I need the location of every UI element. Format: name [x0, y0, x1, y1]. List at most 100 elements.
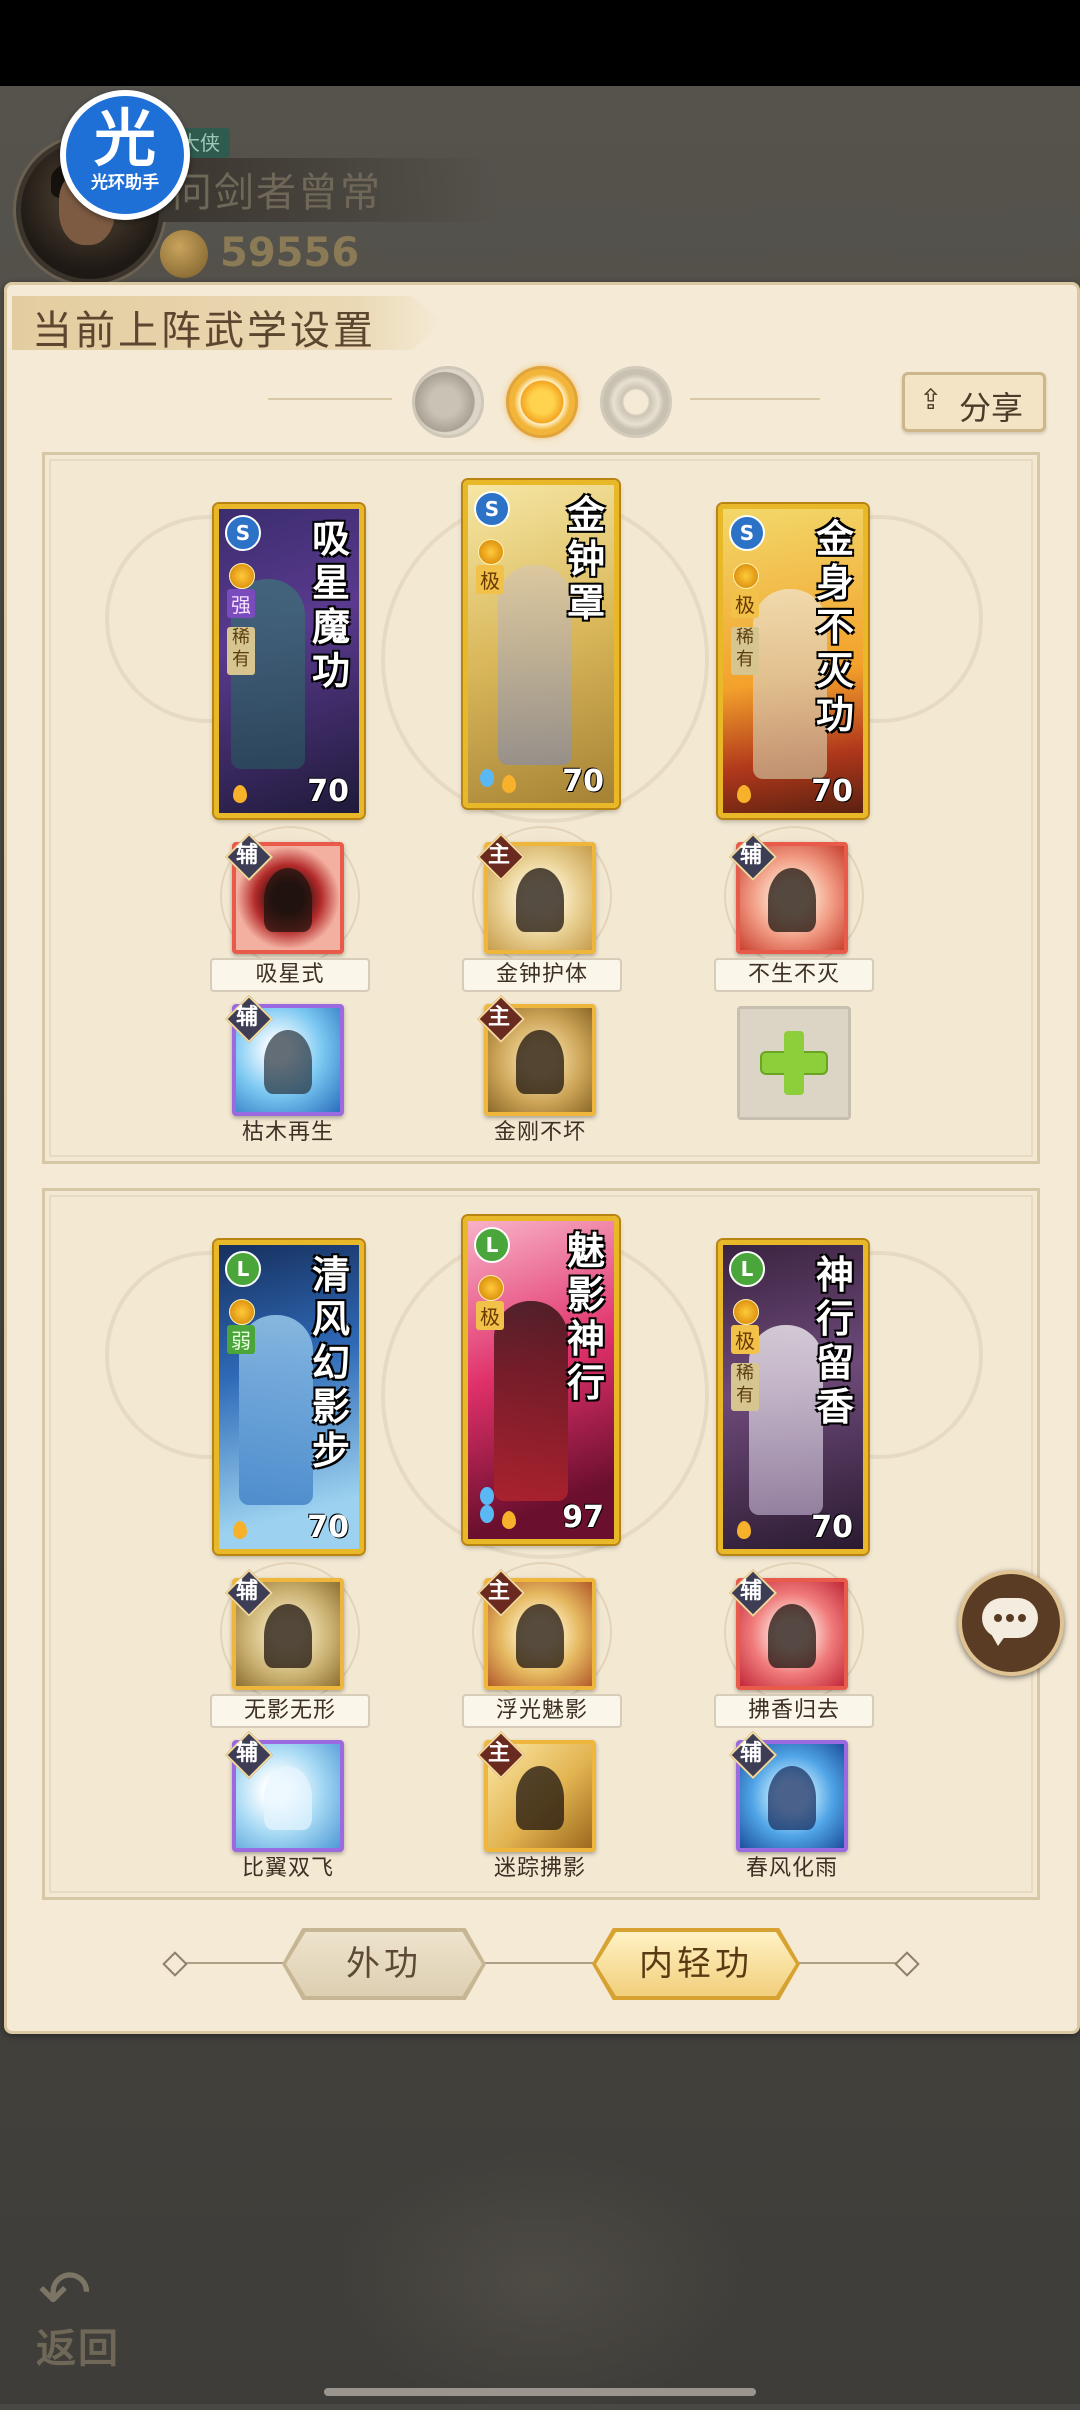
quality-icon [733, 1299, 759, 1325]
tab-internal-lightness[interactable]: 内轻功 [596, 1932, 796, 1996]
skill-label: 比翼双飞 [241, 1856, 334, 1881]
martial-card-1[interactable]: S 强 稀有 吸星魔功 70 [214, 504, 364, 818]
card-name: 清风幻影步 [311, 1252, 350, 1473]
skill-tag: 辅 [235, 1004, 258, 1030]
panel-heading: 当前上阵武学设置 [12, 296, 442, 350]
skill-tag: 主 [487, 1578, 510, 1604]
card-rarity: 稀有 [731, 1363, 759, 1411]
skill-tag: 辅 [739, 1740, 762, 1766]
martial-card-4[interactable]: L 弱 清风幻影步 70 [214, 1240, 364, 1554]
card-grade: 极 [731, 1325, 759, 1354]
card-rarity: 稀有 [731, 627, 759, 675]
helper-app-badge[interactable]: 光 光环助手 [60, 90, 190, 220]
flame-icon [233, 785, 247, 803]
home-indicator[interactable] [324, 2388, 756, 2396]
back-button[interactable]: ↶ 返回 [30, 2262, 150, 2372]
lightness-type-icon: L [729, 1251, 765, 1287]
flame-icon [502, 1511, 516, 1529]
card-level: 70 [562, 764, 604, 799]
martial-card-2[interactable]: S 极 金钟罩 70 [463, 480, 619, 808]
skill-label: 无影无形 [210, 1694, 370, 1728]
martial-card-6[interactable]: L 极 稀有 神行留香 70 [718, 1240, 868, 1554]
skill-label: 枯木再生 [241, 1120, 334, 1145]
skill-art [516, 1030, 564, 1094]
skill-tag: 辅 [739, 842, 762, 868]
lightness-type-icon: L [474, 1227, 510, 1263]
skill-art [768, 1604, 816, 1668]
flame-icon [502, 775, 516, 793]
share-button[interactable]: ⇪ 分享 [902, 372, 1046, 432]
skill-label: 吸星式 [210, 958, 370, 992]
skill-tag: 主 [487, 1740, 510, 1766]
card-name: 金钟罩 [566, 492, 605, 625]
badge-label: 光环助手 [91, 173, 159, 193]
flame-icon [233, 1521, 247, 1539]
flame-icon [737, 785, 751, 803]
player-name: 问剑者曾常 [172, 170, 382, 216]
card-rarity: 稀有 [227, 627, 255, 675]
martial-card-5[interactable]: L 极 魅影神行 97 [463, 1216, 619, 1544]
skill-label: 金刚不坏 [493, 1120, 586, 1145]
card-name: 金身不灭功 [815, 516, 854, 737]
skill-art [264, 1604, 312, 1668]
quality-icon [478, 1275, 504, 1301]
divider-right [690, 398, 820, 400]
skill-label: 金钟护体 [462, 958, 622, 992]
skill-label: 春风化雨 [745, 1856, 838, 1881]
skill-tag: 辅 [235, 1578, 258, 1604]
internal-type-icon: S [225, 515, 261, 551]
skill-art [516, 1766, 564, 1830]
skill-tag: 主 [487, 1004, 510, 1030]
status-bar [0, 0, 1080, 86]
skill-label: 拂香归去 [714, 1694, 874, 1728]
card-level: 70 [811, 1510, 853, 1545]
skill-tag: 辅 [739, 1578, 762, 1604]
tab-divider-left [174, 1962, 286, 1964]
card-character [498, 565, 572, 765]
card-grade: 极 [731, 589, 759, 618]
flame-icon [737, 1521, 751, 1539]
internal-type-icon: S [729, 515, 765, 551]
plus-icon-vertical [784, 1031, 804, 1095]
panel-heading-text: 当前上阵武学设置 [32, 308, 376, 354]
card-level: 70 [307, 774, 349, 809]
skill-art [264, 868, 312, 932]
player-power: 59556 [220, 230, 360, 276]
card-grade: 极 [476, 1301, 504, 1330]
card-level: 70 [811, 774, 853, 809]
tab-divider-right [796, 1962, 904, 1964]
card-name: 神行留香 [815, 1252, 854, 1429]
skill-label: 浮光魅影 [462, 1694, 622, 1728]
skill-art [768, 868, 816, 932]
lightness-type-icon: L [225, 1251, 261, 1287]
skill-label: 迷踪拂影 [493, 1856, 586, 1881]
water-icon [480, 1487, 494, 1505]
moon-icon[interactable] [412, 366, 484, 438]
chat-dot [1018, 1614, 1026, 1622]
skill-label: 不生不灭 [714, 958, 874, 992]
quality-icon [478, 539, 504, 565]
chat-dot [1006, 1614, 1014, 1622]
martial-card-3[interactable]: S 极 稀有 金身不灭功 70 [718, 504, 868, 818]
add-skill-button[interactable] [737, 1006, 851, 1120]
card-grade: 强 [227, 589, 255, 618]
internal-type-icon: S [474, 491, 510, 527]
skill-tag: 主 [487, 842, 510, 868]
skill-art [516, 1604, 564, 1668]
card-name: 吸星魔功 [311, 516, 350, 693]
card-character [749, 1325, 823, 1515]
quality-icon [733, 563, 759, 589]
background-figure [330, 2150, 750, 2410]
sun-icon[interactable] [506, 366, 578, 438]
skill-art [264, 1766, 312, 1830]
ring-icon[interactable] [600, 366, 672, 438]
card-grade: 弱 [227, 1325, 255, 1354]
share-icon: ⇪ [919, 383, 943, 416]
chat-button[interactable] [958, 1570, 1064, 1676]
card-character [494, 1301, 568, 1501]
skill-tag: 辅 [235, 1740, 258, 1766]
skill-art [768, 1766, 816, 1830]
tab-external[interactable]: 外功 [286, 1932, 482, 1996]
power-coin-icon [160, 230, 208, 278]
card-grade: 极 [476, 565, 504, 594]
